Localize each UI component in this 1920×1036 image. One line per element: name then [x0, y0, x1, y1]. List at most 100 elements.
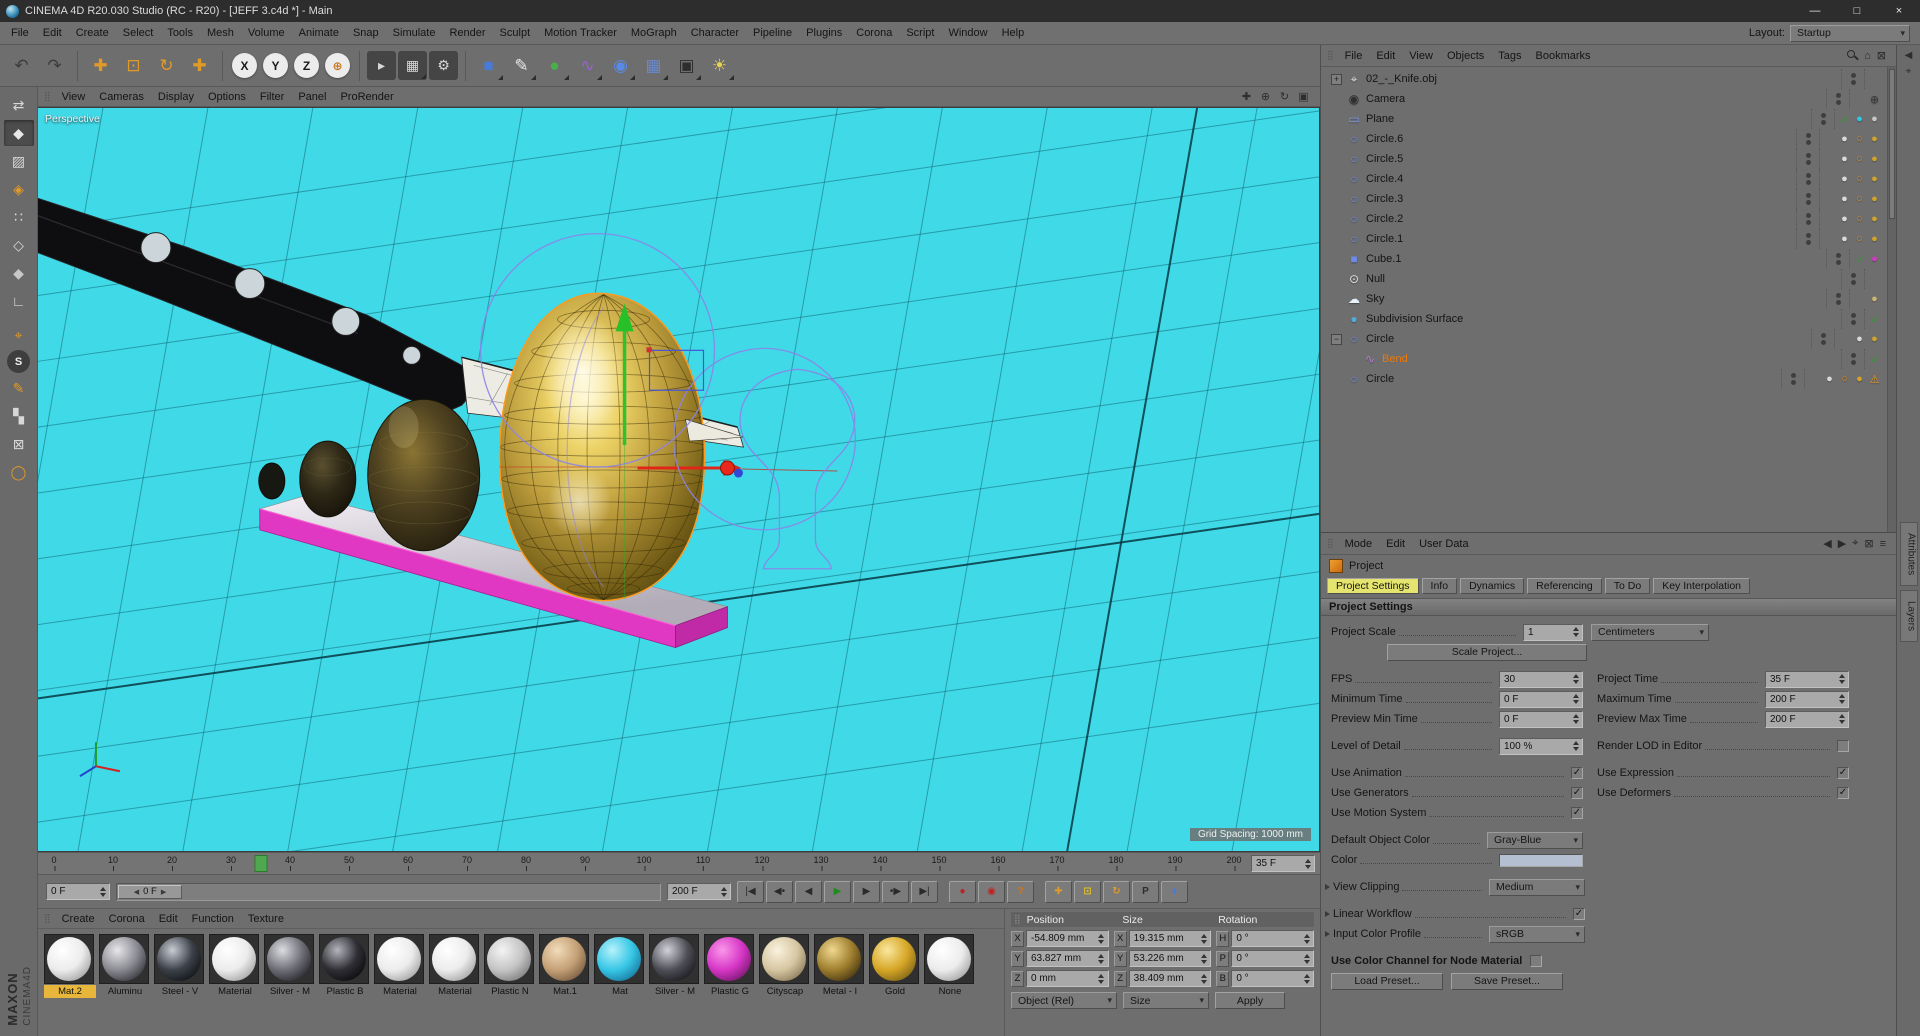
spinner[interactable] [719, 884, 728, 899]
size-z-field[interactable]: 38.409 mm [1128, 970, 1212, 987]
key-pla-button[interactable]: ♦ [1161, 880, 1188, 903]
render-visibility-dot[interactable] [1805, 140, 1811, 145]
render-picture-viewer-icon[interactable]: ▦ [398, 51, 427, 80]
phong-tag-icon[interactable]: ○ [1852, 193, 1867, 205]
material-item-material[interactable]: Material [209, 934, 261, 998]
material-item-mat-2[interactable]: Mat.2 [44, 934, 96, 998]
key-parameter-button[interactable]: P [1132, 880, 1159, 903]
spinner[interactable] [1199, 971, 1208, 986]
material-item-plastic-g[interactable]: Plastic G [704, 934, 756, 998]
rotation-p-field[interactable]: 0 ° [1231, 950, 1315, 967]
om-menu-edit[interactable]: Edit [1369, 50, 1402, 62]
object-row-circle-2[interactable]: ○ Circle.2 ● ○ ● [1321, 209, 1896, 229]
render-visibility-dot[interactable] [1850, 360, 1856, 365]
materials-menu-edit[interactable]: Edit [152, 913, 185, 925]
render-visibility-dot[interactable] [1805, 240, 1811, 245]
use-generators-checkbox[interactable]: ✓ [1571, 787, 1583, 799]
material-tag-icon[interactable]: ● [1867, 193, 1882, 205]
close-button[interactable]: × [1878, 0, 1920, 22]
material-tag-icon[interactable]: ● [1867, 293, 1882, 305]
volume-builder-icon[interactable]: ◉ [605, 50, 636, 81]
material-item-gold[interactable]: Gold [869, 934, 921, 998]
render-lod-checkbox[interactable] [1837, 740, 1849, 752]
spinner[interactable] [1199, 951, 1208, 966]
om-menu-file[interactable]: File [1338, 50, 1370, 62]
expand-arrow-icon[interactable] [1323, 882, 1333, 892]
texture-tag-icon[interactable]: ● [1852, 113, 1867, 125]
menu-window[interactable]: Window [941, 22, 994, 44]
editor-visibility-dot[interactable] [1790, 373, 1796, 378]
material-tag-icon[interactable]: ● [1867, 173, 1882, 185]
spinner[interactable] [1199, 931, 1208, 946]
editor-visibility-dot[interactable] [1835, 253, 1841, 258]
spinner[interactable] [1571, 672, 1580, 687]
edit-render-settings-icon[interactable]: ⚙ [429, 51, 458, 80]
visibility-toggles[interactable] [1796, 229, 1820, 249]
use-animation-checkbox[interactable]: ✓ [1571, 767, 1583, 779]
coord-mode-dropdown[interactable]: Object (Rel) [1011, 992, 1117, 1009]
paint-tool-icon[interactable]: ✎ [4, 375, 34, 401]
menu-mesh[interactable]: Mesh [200, 22, 241, 44]
spinner[interactable] [1302, 931, 1311, 946]
material-item-steel-v[interactable]: Steel - V [154, 934, 206, 998]
timeline-slider-handle[interactable]: 0 F [118, 884, 182, 899]
preview-max-field[interactable]: 200 F [1765, 710, 1849, 728]
render-visibility-dot[interactable] [1790, 380, 1796, 385]
polygons-mode-icon[interactable]: ◆ [4, 260, 34, 286]
expander-icon[interactable]: − [1331, 333, 1342, 345]
materials-menu-create[interactable]: Create [55, 913, 102, 925]
material-tag-icon[interactable]: ● [1852, 373, 1867, 385]
tab-dynamics[interactable]: Dynamics [1460, 578, 1525, 594]
scale-tool-icon[interactable]: ⊡ [118, 50, 149, 81]
spinner[interactable] [1837, 692, 1846, 707]
editor-visibility-dot[interactable] [1835, 293, 1841, 298]
object-row-camera[interactable]: ◉ Camera ⊕ [1321, 89, 1896, 109]
render-visibility-dot[interactable] [1850, 80, 1856, 85]
frame-ruler[interactable]: 0 10 20 30 40 50 60 70 80 90 100 110 120 130 140 150 160… [42, 853, 1246, 874]
minimize-button[interactable]: — [1794, 0, 1836, 22]
materials-menu-function[interactable]: Function [185, 913, 241, 925]
scale-project-button[interactable]: Scale Project... [1387, 643, 1587, 661]
layout-dropdown[interactable]: Startup [1790, 24, 1910, 42]
maximize-button[interactable]: □ [1836, 0, 1878, 22]
object-row-circle-4[interactable]: ○ Circle.4 ● ○ ● [1321, 169, 1896, 189]
object-row-plane[interactable]: ▭ Plane ✓ ● ● [1321, 109, 1896, 129]
load-preset-button[interactable]: Load Preset... [1331, 972, 1443, 990]
spinner[interactable] [1302, 971, 1311, 986]
menu-corona[interactable]: Corona [849, 22, 899, 44]
history-back-icon[interactable]: ◀ [1823, 537, 1831, 550]
menu-pipeline[interactable]: Pipeline [746, 22, 799, 44]
edges-mode-icon[interactable]: ◇ [4, 232, 34, 258]
move-tool-icon[interactable]: ✚ [85, 50, 116, 81]
enabled-check-icon[interactable]: ✓ [1868, 313, 1882, 326]
spinner[interactable] [1303, 856, 1312, 871]
model-mode-icon[interactable]: ◆ [3, 120, 34, 146]
menu-snap[interactable]: Snap [346, 22, 386, 44]
search-icon[interactable] [1847, 50, 1858, 61]
material-tag-icon[interactable]: ● [1837, 133, 1852, 145]
timeline-playhead[interactable] [254, 855, 267, 872]
redo-button-icon[interactable]: ↷ [39, 50, 70, 81]
material-item-plastic-n[interactable]: Plastic N [484, 934, 536, 998]
object-manager-scrollbar[interactable] [1887, 67, 1896, 532]
autokey-button[interactable]: ◉ [978, 880, 1005, 903]
attr-menu-mode[interactable]: Mode [1338, 538, 1380, 550]
pin-panel-icon[interactable]: ⌖ [1906, 66, 1912, 77]
render-view-icon[interactable]: ▸ [367, 51, 396, 80]
material-item-mat[interactable]: Mat [594, 934, 646, 998]
spinner[interactable] [1837, 672, 1846, 687]
use-expression-checkbox[interactable]: ✓ [1837, 767, 1849, 779]
om-menu-tags[interactable]: Tags [1491, 50, 1528, 62]
keyframe-help-button[interactable]: ? [1007, 880, 1034, 903]
home-icon[interactable]: ⌂ [1864, 50, 1871, 62]
render-visibility-dot[interactable] [1805, 160, 1811, 165]
timeline-slider[interactable]: 0 F [116, 882, 661, 901]
editor-visibility-dot[interactable] [1805, 153, 1811, 158]
material-tag-icon[interactable]: ● [1867, 133, 1882, 145]
render-visibility-dot[interactable] [1850, 280, 1856, 285]
mograph-cloner-icon[interactable]: ▦ [638, 50, 669, 81]
enabled-check-icon[interactable]: ✓ [1853, 253, 1867, 266]
spinner[interactable] [98, 884, 107, 899]
menu-mograph[interactable]: MoGraph [624, 22, 684, 44]
phong-tag-icon[interactable]: ○ [1852, 213, 1867, 225]
